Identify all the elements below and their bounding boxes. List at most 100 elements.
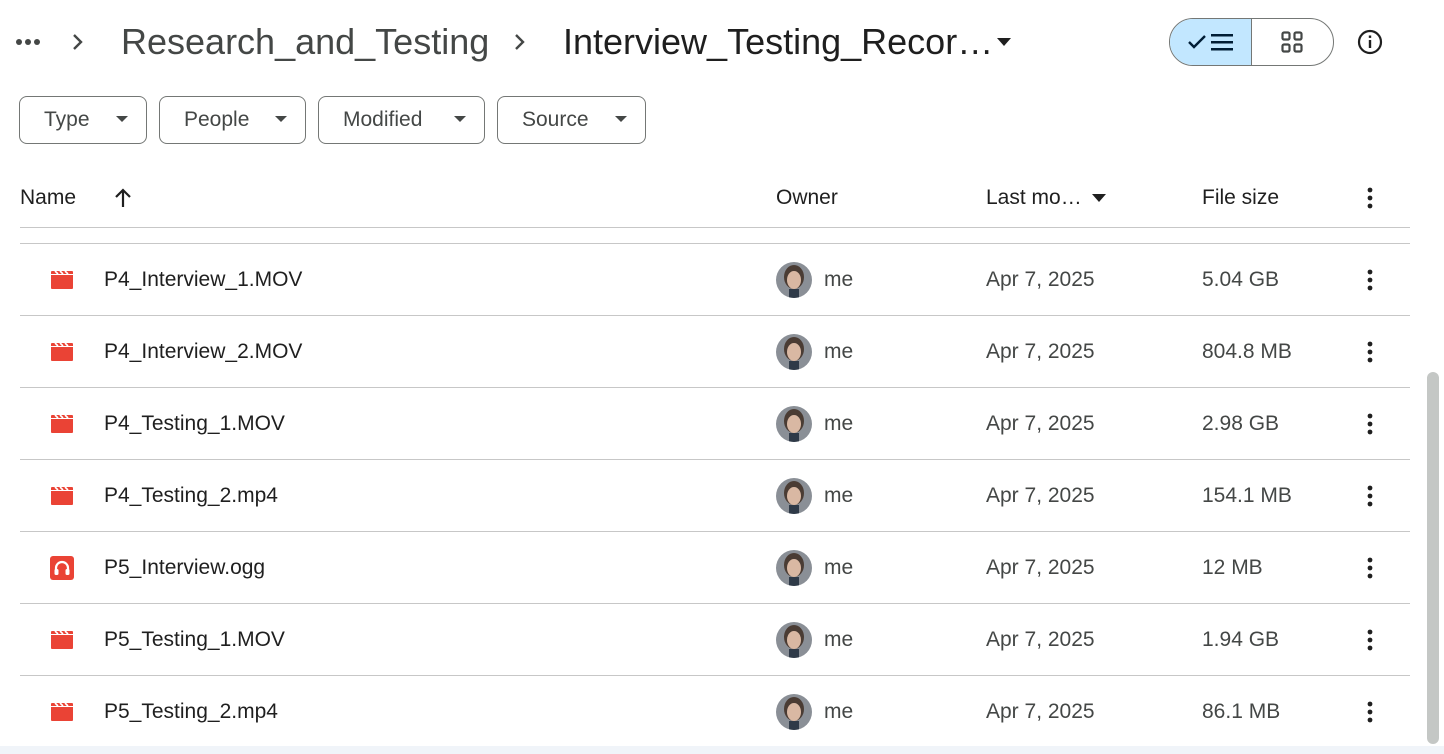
file-size: 804.8 MB	[1202, 340, 1292, 363]
filter-modified-chip[interactable]: Modified	[318, 96, 485, 144]
info-icon	[1357, 29, 1383, 55]
file-name: P5_Testing_2.mp4	[104, 700, 278, 723]
header-divider	[20, 227, 1410, 228]
column-header-name[interactable]: Name	[20, 172, 76, 224]
file-size: 154.1 MB	[1202, 484, 1292, 507]
chip-label: People	[184, 108, 250, 131]
file-modified: Apr 7, 2025	[986, 484, 1095, 507]
file-size: 5.04 GB	[1202, 268, 1280, 291]
file-owner: me	[824, 268, 854, 291]
more-vert-icon	[1367, 557, 1373, 579]
file-size: 2.98 GB	[1202, 412, 1280, 435]
column-header-modified[interactable]: Last mo…	[986, 172, 1106, 224]
file-owner: me	[824, 340, 854, 363]
bottom-strip	[0, 746, 1444, 754]
check-icon	[1188, 35, 1207, 49]
list-icon	[1211, 34, 1234, 51]
filter-source-chip[interactable]: Source	[497, 96, 646, 144]
grid-icon	[1281, 31, 1303, 53]
avatar	[776, 406, 812, 442]
video-file-icon	[50, 268, 74, 292]
view-toggle	[1169, 18, 1334, 66]
chip-label: Type	[44, 108, 90, 131]
chevron-right-icon	[508, 27, 532, 57]
file-name: P4_Testing_2.mp4	[104, 484, 278, 507]
breadcrumb-parent-folder[interactable]: Research_and_Testing	[121, 16, 489, 68]
scrollbar-thumb[interactable]	[1427, 372, 1439, 744]
row-more-actions-button[interactable]	[1354, 260, 1386, 300]
caret-down-icon	[116, 116, 128, 122]
more-vert-icon	[1367, 701, 1373, 723]
video-file-icon	[50, 340, 74, 364]
row-more-actions-button[interactable]	[1354, 404, 1386, 444]
file-name: P5_Testing_1.MOV	[104, 628, 285, 651]
table-row[interactable]: P5_Testing_2.mp4 me Apr 7, 2025 86.1 MB	[20, 676, 1410, 748]
file-size: 86.1 MB	[1202, 700, 1281, 723]
file-modified: Apr 7, 2025	[986, 412, 1095, 435]
caret-down-icon	[275, 116, 287, 122]
video-file-icon	[50, 484, 74, 508]
avatar	[776, 550, 812, 586]
breadcrumb-current-folder[interactable]: Interview_Testing_Recor…	[563, 16, 993, 68]
file-owner: me	[824, 628, 854, 651]
row-more-actions-button[interactable]	[1354, 620, 1386, 660]
table-row[interactable]: P4_Testing_2.mp4 me Apr 7, 2025 154.1 MB	[20, 460, 1410, 532]
column-options-button[interactable]	[1354, 172, 1386, 224]
grid-view-button[interactable]	[1252, 19, 1334, 65]
arrow-up-icon	[115, 188, 131, 207]
avatar	[776, 334, 812, 370]
column-header-modified-label: Last mo…	[986, 186, 1082, 209]
more-horiz-icon	[16, 39, 40, 45]
audio-file-icon	[50, 556, 74, 580]
avatar	[776, 622, 812, 658]
chip-label: Modified	[343, 108, 423, 131]
file-name: P5_Interview.ogg	[104, 556, 266, 579]
more-folders-button[interactable]	[12, 26, 44, 58]
file-modified: Apr 7, 2025	[986, 700, 1095, 723]
file-name: P4_Interview_2.MOV	[104, 340, 303, 363]
avatar	[776, 694, 812, 730]
file-modified: Apr 7, 2025	[986, 268, 1095, 291]
column-header-owner[interactable]: Owner	[776, 172, 838, 224]
video-file-icon	[50, 700, 74, 724]
table-row[interactable]: P5_Interview.ogg me Apr 7, 2025 12 MB	[20, 532, 1410, 604]
file-name: P4_Testing_1.MOV	[104, 412, 285, 435]
details-button[interactable]	[1350, 22, 1390, 62]
caret-down-icon	[1091, 194, 1106, 202]
file-modified: Apr 7, 2025	[986, 556, 1095, 579]
file-name: P4_Interview_1.MOV	[104, 268, 303, 291]
file-owner: me	[824, 700, 854, 723]
filter-type-chip[interactable]: Type	[19, 96, 147, 144]
file-modified: Apr 7, 2025	[986, 340, 1095, 363]
sort-direction-button[interactable]	[108, 172, 138, 224]
row-more-actions-button[interactable]	[1354, 692, 1386, 732]
table-row[interactable]: P4_Interview_1.MOV me Apr 7, 2025 5.04 GB	[20, 244, 1410, 316]
file-owner: me	[824, 412, 854, 435]
row-more-actions-button[interactable]	[1354, 332, 1386, 372]
row-more-actions-button[interactable]	[1354, 476, 1386, 516]
caret-down-icon	[454, 116, 466, 122]
table-row[interactable]: P5_Testing_1.MOV me Apr 7, 2025 1.94 GB	[20, 604, 1410, 676]
more-vert-icon	[1367, 341, 1373, 363]
video-file-icon	[50, 628, 74, 652]
more-vert-icon	[1367, 485, 1373, 507]
file-owner: me	[824, 484, 854, 507]
column-header-size[interactable]: File size	[1202, 172, 1279, 224]
avatar	[776, 262, 812, 298]
file-owner: me	[824, 556, 854, 579]
file-modified: Apr 7, 2025	[986, 628, 1095, 651]
more-vert-icon	[1367, 269, 1373, 291]
more-vert-icon	[1367, 413, 1373, 435]
filter-people-chip[interactable]: People	[159, 96, 306, 144]
list-view-button[interactable]	[1170, 19, 1252, 65]
table-row[interactable]: P4_Testing_1.MOV me Apr 7, 2025 2.98 GB	[20, 388, 1410, 460]
row-more-actions-button[interactable]	[1354, 548, 1386, 588]
file-list: P4_Interview_1.MOV me Apr 7, 2025 5.04 GB P4…	[20, 244, 1410, 748]
table-row[interactable]: P4_Interview_2.MOV me Apr 7, 2025 804.8 MB	[20, 316, 1410, 388]
folder-actions-dropdown[interactable]	[990, 28, 1018, 56]
more-vert-icon	[1367, 629, 1373, 651]
video-file-icon	[50, 412, 74, 436]
caret-down-icon	[997, 38, 1011, 46]
avatar	[776, 478, 812, 514]
file-size: 1.94 GB	[1202, 628, 1280, 651]
